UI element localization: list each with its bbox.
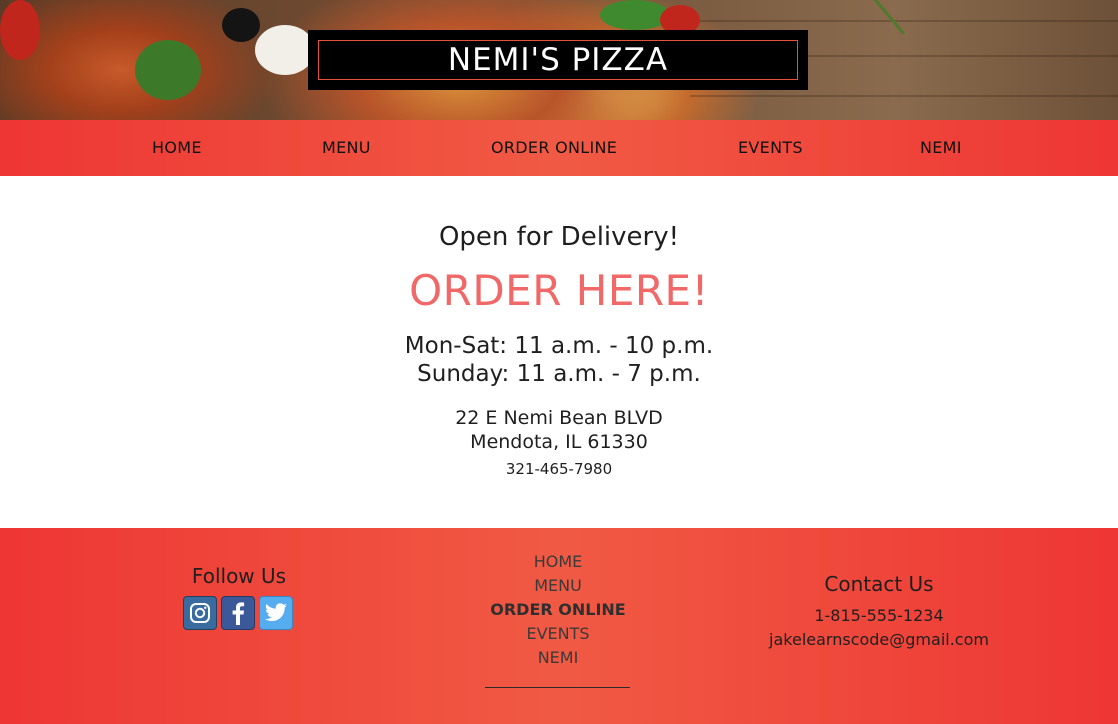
wood-grain — [690, 95, 1118, 97]
hours-sunday: Sunday: 11 a.m. - 7 p.m. — [417, 361, 701, 387]
rosemary-decoration — [818, 0, 905, 74]
main-nav: HOME MENU ORDER ONLINE EVENTS NEMI — [0, 120, 1118, 176]
address: 22 E Nemi Bean BLVD Mendota, IL 61330 — [0, 406, 1118, 454]
mushroom-decoration — [255, 25, 315, 75]
wood-grain — [700, 20, 1118, 22]
hours-weekday: Mon-Sat: 11 a.m. - 10 p.m. — [404, 333, 714, 359]
footer-nav-home[interactable]: HOME — [458, 550, 658, 574]
store-phone: 321-465-7980 — [505, 460, 613, 478]
nav-item-nemi[interactable]: NEMI — [920, 120, 962, 176]
footer-nav-events[interactable]: EVENTS — [458, 622, 658, 646]
twitter-icon[interactable] — [259, 596, 293, 630]
nav-item-events[interactable]: EVENTS — [738, 120, 803, 176]
address-city: Mendota, IL 61330 — [470, 431, 648, 453]
instagram-icon[interactable] — [183, 596, 217, 630]
footer-nav: HOME MENU ORDER ONLINE EVENTS NEMI — [458, 550, 658, 670]
main-content: Open for Delivery! ORDER HERE! Mon-Sat: … — [0, 176, 1118, 528]
facebook-icon[interactable] — [221, 596, 255, 630]
nav-item-order-online[interactable]: ORDER ONLINE — [491, 120, 617, 176]
footer: Follow Us HOME MENU ORDER ONLINE EVENTS … — [0, 528, 1118, 724]
footer-nav-nemi[interactable]: NEMI — [458, 646, 658, 670]
footer-nav-menu[interactable]: MENU — [458, 574, 658, 598]
footer-divider — [485, 687, 630, 688]
wood-grain — [760, 55, 1118, 57]
nav-item-home[interactable]: HOME — [152, 120, 202, 176]
opening-hours: Mon-Sat: 11 a.m. - 10 p.m. Sunday: 11 a.… — [0, 332, 1118, 388]
delivery-heading: Open for Delivery! — [438, 222, 680, 252]
olive-decoration — [222, 8, 260, 42]
contact-us-heading: Contact Us — [824, 572, 934, 596]
hero-banner: NEMI'S PIZZA — [0, 0, 1118, 120]
nav-item-menu[interactable]: MENU — [322, 120, 371, 176]
contact-email[interactable]: jakelearnscode@gmail.com — [740, 630, 1018, 649]
site-title-box: NEMI'S PIZZA — [308, 30, 808, 90]
address-street: 22 E Nemi Bean BLVD — [455, 407, 663, 429]
basil-leaf-decoration — [600, 0, 670, 30]
basil-leaf-decoration — [135, 40, 201, 100]
tomato-decoration — [0, 0, 40, 60]
order-here-link[interactable]: ORDER HERE! — [0, 266, 1118, 315]
footer-nav-order-online[interactable]: ORDER ONLINE — [458, 598, 658, 622]
contact-phone: 1-815-555-1234 — [814, 606, 944, 625]
social-links — [183, 596, 293, 630]
site-title: NEMI'S PIZZA — [318, 40, 798, 80]
follow-us-heading: Follow Us — [191, 564, 287, 588]
